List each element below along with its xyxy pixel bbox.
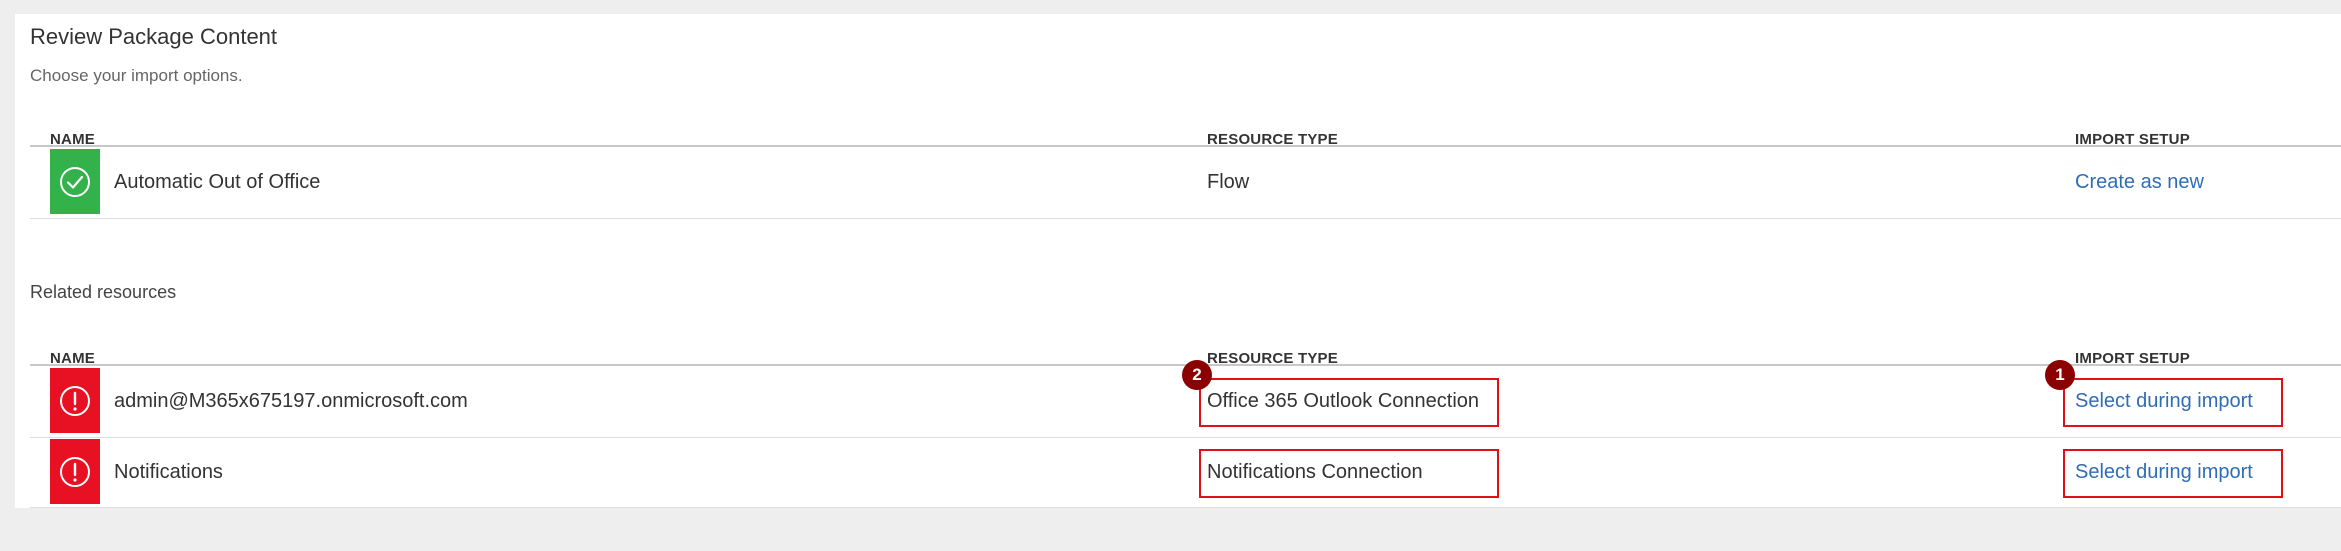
resource-type: Office 365 Outlook Connection <box>1207 390 1480 412</box>
row-divider <box>30 218 2341 219</box>
resource-type: Notifications Connection <box>1207 461 1423 483</box>
success-status <box>50 149 100 214</box>
select-during-import-link[interactable]: Select during import <box>2075 461 2253 484</box>
review-package-panel: Review Package Content Choose your impor… <box>15 14 2341 508</box>
error-circle-icon <box>60 456 90 487</box>
annotation-badge: 1 <box>2045 360 2075 390</box>
error-status <box>50 439 100 504</box>
page-title: Review Package Content <box>30 24 278 49</box>
create-as-new-link[interactable]: Create as new <box>2075 171 2204 194</box>
check-circle-icon <box>60 166 90 197</box>
resource-name: Automatic Out of Office <box>114 171 321 193</box>
resource-type: Flow <box>1207 171 1250 193</box>
row-divider <box>30 507 2341 508</box>
page-subtitle: Choose your import options. <box>30 66 243 85</box>
table-header-divider <box>30 145 2341 147</box>
select-during-import-link[interactable]: Select during import <box>2075 390 2253 413</box>
error-status <box>50 368 100 433</box>
related-resources-label: Related resources <box>30 282 177 302</box>
resource-name: Notifications <box>114 461 223 483</box>
annotation-badge: 2 <box>1182 360 1212 390</box>
error-circle-icon <box>60 385 90 416</box>
row-divider <box>30 437 2341 438</box>
resource-name: admin@M365x675197.onmicrosoft.com <box>114 390 468 412</box>
